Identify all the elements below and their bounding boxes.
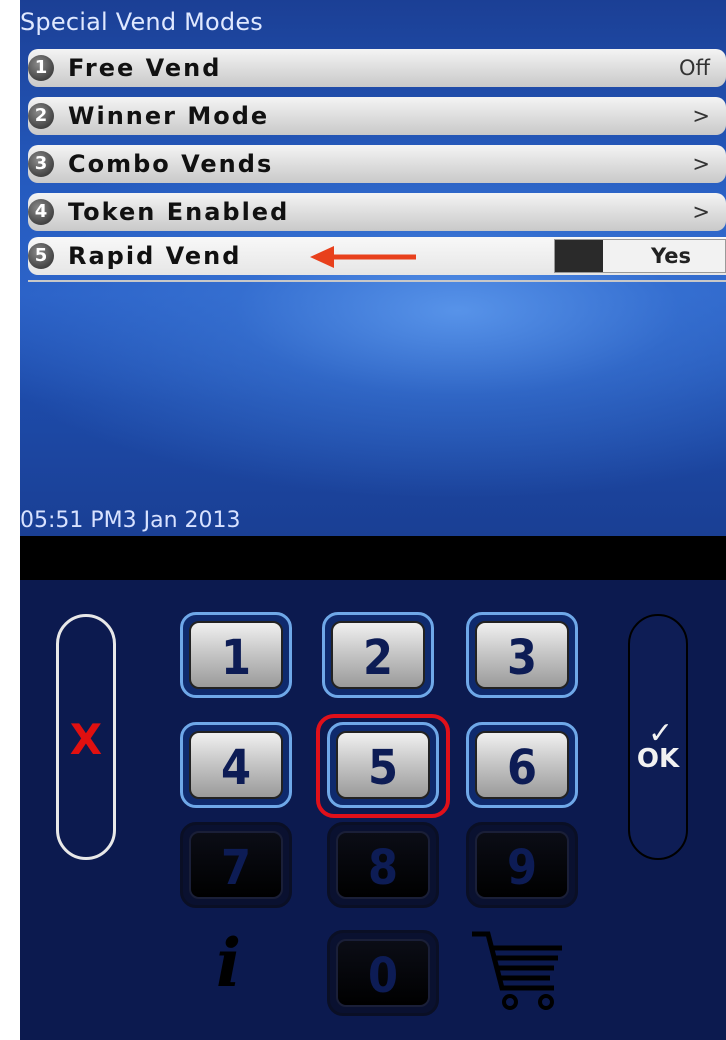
info-icon[interactable]: i [216,924,241,1002]
key-label: 6 [475,731,569,799]
number-badge: 1 [28,55,54,81]
menu-item-free-vend[interactable]: 1 Free Vend Off [28,49,726,87]
key-label: 7 [189,831,283,899]
left-margin [0,0,20,1040]
date-time-readout: 05:51 PM3 Jan 2013 [20,508,241,533]
chevron-right-icon: > [692,200,710,224]
key-1[interactable]: 1 [180,612,292,698]
ok-label: OK [636,744,680,774]
key-5-highlight-box [316,714,450,818]
screen-title: Special Vend Modes [20,8,263,36]
menu-item-combo-vends[interactable]: 3 Combo Vends > [28,145,726,183]
key-label: 1 [189,621,283,689]
cart-icon[interactable] [468,924,568,1016]
key-label: 2 [331,621,425,689]
cancel-button[interactable]: X [56,614,116,860]
menu-item-token-enabled[interactable]: 4 Token Enabled > [28,193,726,231]
key-9[interactable]: 9 [466,822,578,908]
key-7[interactable]: 7 [180,822,292,908]
menu-item-label: Rapid Vend [68,242,242,270]
keypad-panel: X ✓ OK 1 2 3 4 5 6 7 8 9 i 0 [20,580,726,1040]
black-separator-bar [20,536,726,580]
key-label: 3 [475,621,569,689]
key-3[interactable]: 3 [466,612,578,698]
menu-item-winner-mode[interactable]: 2 Winner Mode > [28,97,726,135]
number-badge: 2 [28,103,54,129]
chevron-right-icon: > [692,152,710,176]
menu-item-value: Off [679,56,710,80]
key-2[interactable]: 2 [322,612,434,698]
key-label: 9 [475,831,569,899]
key-0[interactable]: 0 [327,930,439,1016]
number-badge: 4 [28,199,54,225]
number-badge: 3 [28,151,54,177]
key-6[interactable]: 6 [466,722,578,808]
menu-item-label: Winner Mode [68,102,270,130]
ok-button[interactable]: ✓ OK [628,614,688,860]
toggle-value: Yes [650,244,691,268]
rapid-vend-toggle[interactable]: Yes [554,239,726,273]
menu-item-label: Token Enabled [68,198,290,226]
chevron-right-icon: > [692,104,710,128]
divider [28,280,726,282]
annotation-arrow-icon [310,246,416,268]
key-4[interactable]: 4 [180,722,292,808]
key-label: 8 [336,831,430,899]
toggle-knob [555,240,603,272]
key-label: 4 [189,731,283,799]
key-label: 0 [336,939,430,1007]
menu-item-label: Combo Vends [68,150,274,178]
display-screen: Special Vend Modes 1 Free Vend Off 2 Win… [20,0,726,536]
menu-item-label: Free Vend [68,54,222,82]
key-8[interactable]: 8 [327,822,439,908]
number-badge: 5 [28,243,54,269]
cancel-x-icon: X [69,715,103,764]
